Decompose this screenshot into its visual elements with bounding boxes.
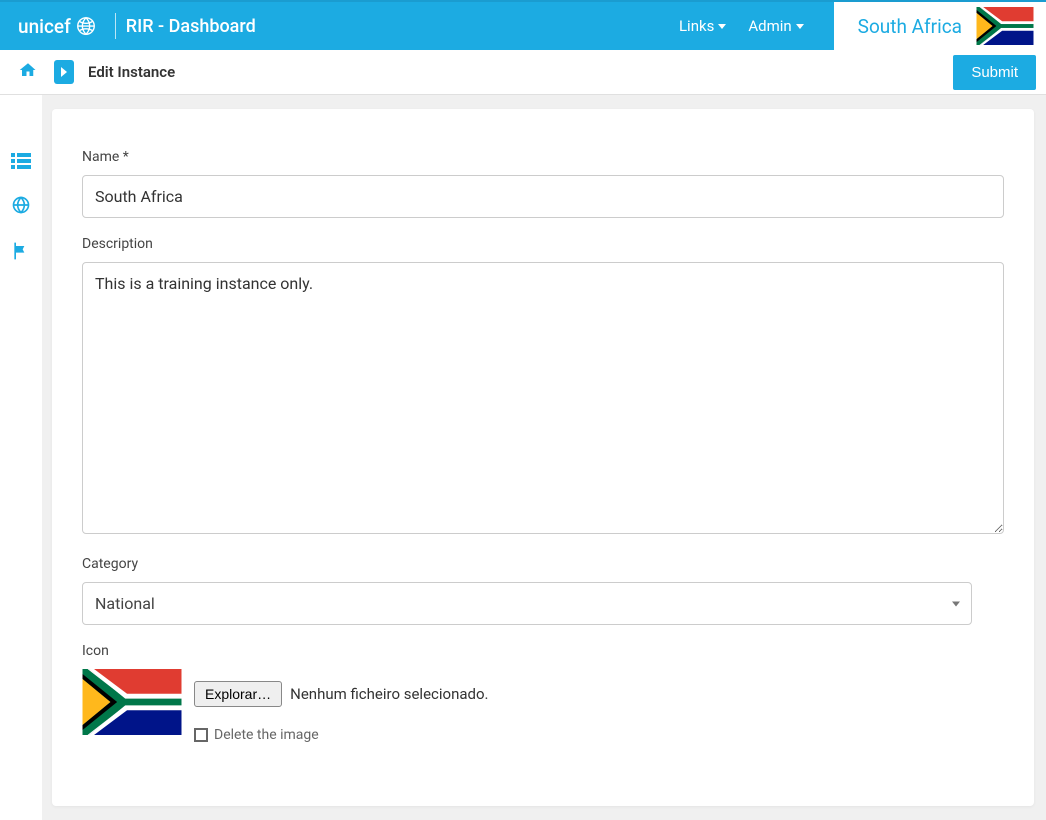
caret-down-icon [796, 24, 804, 29]
expand-sidebar-button[interactable] [54, 60, 74, 84]
country-name[interactable]: South Africa [858, 15, 962, 38]
header: unicef RIR - Dashboard Links Admin [0, 0, 1046, 50]
file-input-row: Explorar… Nenhum ficheiro selecionado. [194, 681, 489, 707]
category-group: Category National [82, 556, 1004, 625]
caret-down-icon [718, 24, 726, 29]
brand-text: unicef [18, 15, 71, 38]
file-status-text: Nenhum ficheiro selecionado. [290, 685, 488, 703]
description-group: Description This is a training instance … [82, 236, 1004, 538]
flag-icon[interactable] [11, 241, 31, 265]
submit-button[interactable]: Submit [953, 55, 1036, 90]
form-panel: Name * Description This is a training in… [52, 109, 1034, 806]
description-input[interactable]: This is a training instance only. [82, 262, 1004, 534]
brand-divider [115, 13, 116, 39]
country-flag-icon [976, 7, 1034, 45]
sidebar [0, 95, 42, 820]
brand-logo[interactable]: unicef [18, 15, 105, 38]
delete-image-row: Delete the image [194, 727, 489, 743]
subheader: Edit Instance Submit [0, 50, 1046, 95]
category-select[interactable]: National [82, 582, 972, 625]
app-title[interactable]: RIR - Dashboard [126, 16, 256, 37]
globe-icon[interactable] [11, 195, 31, 219]
icon-preview-image [82, 669, 182, 735]
name-label: Name * [82, 149, 1004, 165]
chevron-right-icon [60, 67, 68, 77]
header-left: unicef RIR - Dashboard Links Admin [0, 13, 834, 39]
links-dropdown[interactable]: Links [679, 17, 726, 35]
admin-dropdown[interactable]: Admin [748, 17, 803, 35]
icon-label: Icon [82, 643, 1004, 659]
links-label: Links [679, 17, 714, 35]
unicef-globe-icon [75, 15, 97, 37]
delete-image-label: Delete the image [214, 727, 319, 743]
page-title: Edit Instance [88, 63, 175, 81]
description-label: Description [82, 236, 1004, 252]
icon-group: Icon Explorar… Nenhum ficheiro seleciona… [82, 643, 1004, 743]
delete-image-checkbox[interactable] [194, 728, 208, 742]
name-input[interactable] [82, 175, 1004, 218]
home-icon[interactable] [10, 61, 46, 83]
name-group: Name * [82, 149, 1004, 218]
category-label: Category [82, 556, 1004, 572]
list-icon[interactable] [11, 153, 31, 173]
file-browse-button[interactable]: Explorar… [194, 681, 282, 707]
nav-links: Links Admin [679, 17, 834, 35]
header-right: South Africa [834, 2, 1046, 50]
admin-label: Admin [748, 17, 791, 35]
content: Name * Description This is a training in… [42, 95, 1046, 820]
main-area: Name * Description This is a training in… [0, 95, 1046, 820]
